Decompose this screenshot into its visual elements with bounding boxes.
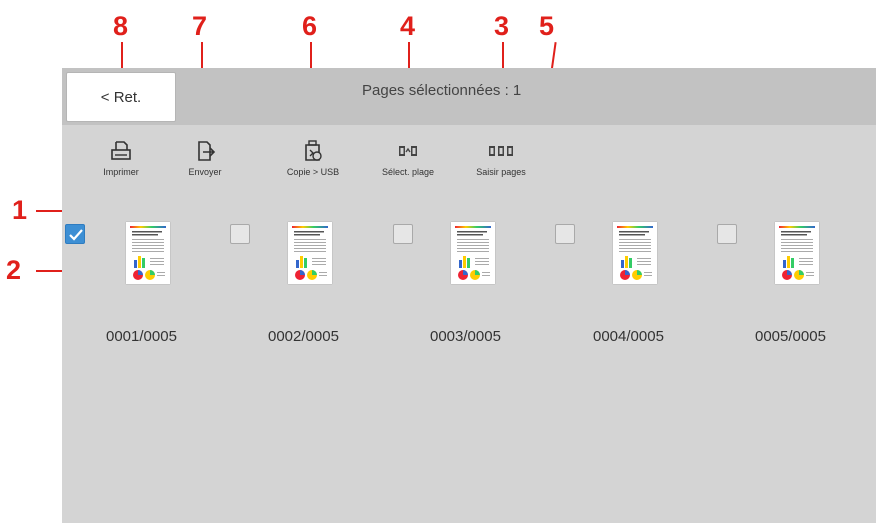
page-preview-image	[455, 226, 491, 280]
callout-6: 6	[302, 11, 318, 41]
callout-1: 1	[12, 195, 28, 225]
select-range-icon	[399, 146, 417, 156]
print-icon	[111, 141, 131, 160]
page-preview-image	[779, 226, 815, 280]
page-thumbnail-2[interactable]	[288, 222, 332, 284]
enter-pages-label: Saisir pages	[476, 167, 526, 177]
send-button[interactable]: Envoyer	[160, 140, 250, 177]
select-range-button[interactable]: Sélect. plage	[363, 140, 453, 177]
check-icon	[69, 229, 83, 241]
copy-usb-icon	[305, 140, 322, 161]
back-button[interactable]: < Ret.	[66, 72, 176, 122]
page-number-label-1: 0001/0005	[106, 328, 177, 345]
page-thumbnail-1[interactable]	[126, 222, 170, 284]
page-thumbnail-4[interactable]	[613, 222, 657, 284]
page-thumbnail-3[interactable]	[451, 222, 495, 284]
callout-3: 3	[494, 11, 510, 41]
send-label: Envoyer	[188, 167, 222, 177]
page-preview-image	[617, 226, 653, 280]
header-bar: < Ret. Pages sélectionnées : 1	[62, 68, 876, 125]
print-button[interactable]: Imprimer	[76, 140, 166, 177]
page-number-label-4: 0004/0005	[593, 328, 664, 345]
page-checkbox-5[interactable]	[717, 224, 737, 244]
page-checkbox-2[interactable]	[230, 224, 250, 244]
page-checkbox-1[interactable]	[65, 224, 85, 244]
send-icon	[198, 141, 216, 161]
page-checkbox-3[interactable]	[393, 224, 413, 244]
page-checkbox-4[interactable]	[555, 224, 575, 244]
enter-pages-button[interactable]: Saisir pages	[456, 140, 546, 177]
callout-7: 7	[192, 11, 208, 41]
preview-screen: < Ret. Pages sélectionnées : 1 Imprimer …	[62, 68, 876, 523]
print-label: Imprimer	[103, 167, 139, 177]
page-preview-image	[292, 226, 328, 280]
callout-5: 5	[539, 11, 555, 41]
copy-usb-label: Copie > USB	[286, 167, 340, 177]
copy-usb-button[interactable]: Copie > USB	[268, 140, 358, 177]
enter-pages-icon	[489, 146, 513, 156]
select-range-label: Sélect. plage	[381, 167, 435, 177]
page-thumbnail-5[interactable]	[775, 222, 819, 284]
page-preview-image	[130, 226, 166, 280]
page-number-label-2: 0002/0005	[268, 328, 339, 345]
callout-2: 2	[6, 255, 22, 285]
page-number-label-3: 0003/0005	[430, 328, 501, 345]
selected-pages-count: Pages sélectionnées : 1	[362, 82, 522, 99]
page-number-label-5: 0005/0005	[755, 328, 826, 345]
callout-8: 8	[113, 11, 129, 41]
callout-4: 4	[400, 11, 416, 41]
